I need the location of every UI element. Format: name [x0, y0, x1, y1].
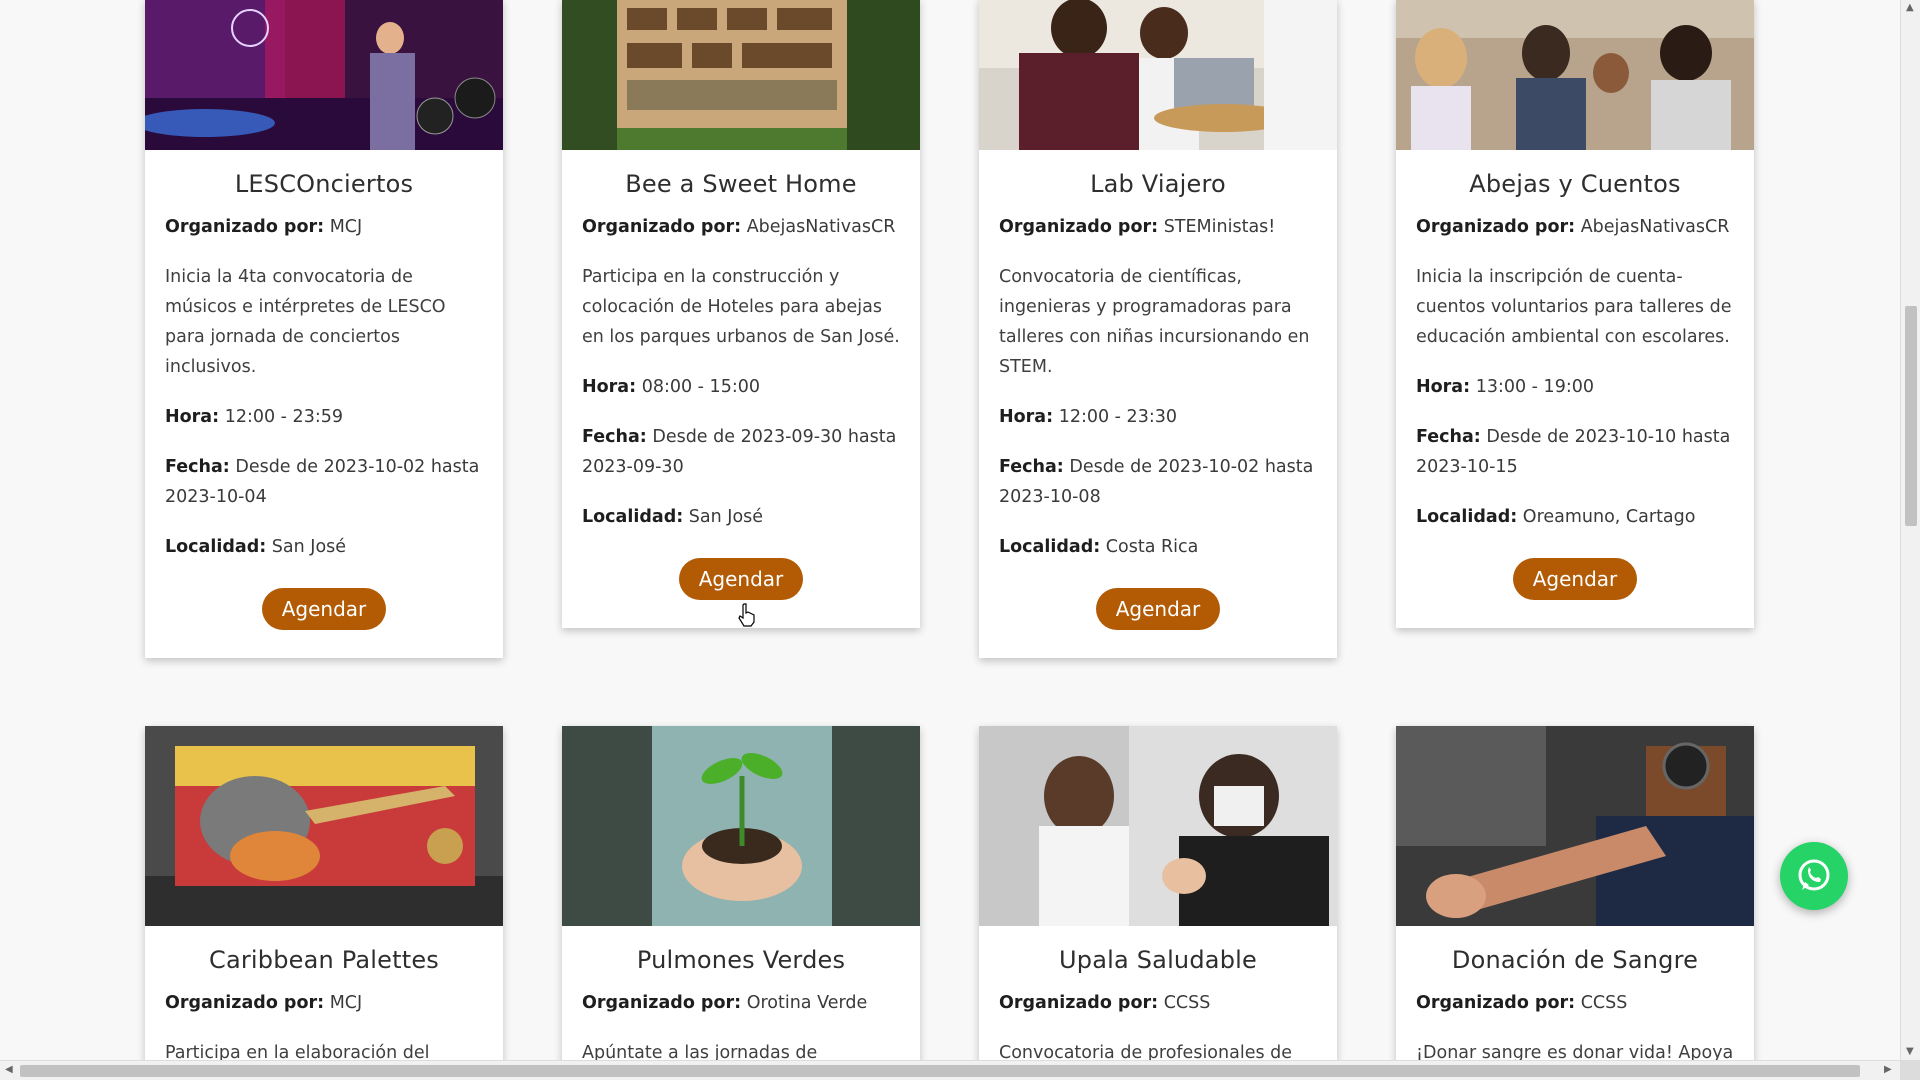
vertical-scroll-thumb[interactable]	[1905, 306, 1917, 526]
event-image	[562, 726, 920, 926]
event-date: Fecha: Desde de 2023-10-02 hasta 2023-10…	[165, 457, 480, 507]
event-title: LESCOnciertos	[234, 170, 414, 198]
scroll-up-icon[interactable]: ▲	[1906, 2, 1914, 13]
event-card-bee-a-sweet-home: Bee a Sweet Home Organizado por: AbejasN…	[562, 0, 920, 628]
event-title: Upala Saludable	[1059, 946, 1257, 974]
event-image	[1396, 0, 1754, 150]
event-location: Localidad: San José	[165, 537, 347, 557]
event-description: Participa en la construcción y colocació…	[582, 267, 900, 347]
scrollbar-corner	[1900, 1060, 1920, 1080]
event-organizer: Organizado por: AbejasNativasCR	[1416, 217, 1730, 237]
event-title: Pulmones Verdes	[636, 946, 846, 974]
event-image	[1396, 726, 1754, 926]
event-hour: Hora: 12:00 - 23:30	[999, 407, 1177, 427]
event-location: Localidad: San José	[582, 507, 764, 527]
scroll-down-icon[interactable]: ▼	[1906, 1046, 1914, 1057]
event-organizer: Organizado por: CCSS	[1416, 993, 1628, 1013]
event-date: Fecha: Desde de 2023-10-10 hasta 2023-10…	[1416, 427, 1731, 477]
event-organizer: Organizado por: MCJ	[165, 217, 363, 237]
agendar-button[interactable]: Agendar	[1512, 558, 1638, 600]
event-image	[979, 726, 1337, 926]
event-card-donacion-de-sangre: Donación de Sangre Organizado por: CCSS …	[1396, 726, 1754, 1060]
event-location: Localidad: Costa Rica	[999, 537, 1199, 557]
scroll-left-icon[interactable]: ◀	[5, 1064, 13, 1075]
event-description: Participa en la elaboración del	[165, 1043, 430, 1060]
event-description: Inicia la inscripción de cuenta-cuentos …	[1416, 267, 1732, 347]
event-card-caribbean-palettes: Caribbean Palettes Organizado por: MCJ P…	[145, 726, 503, 1060]
event-date: Fecha: Desde de 2023-09-30 hasta 2023-09…	[582, 427, 897, 477]
whatsapp-button[interactable]	[1780, 842, 1848, 910]
event-title: Donación de Sangre	[1451, 946, 1699, 974]
hand-pointer-icon	[738, 603, 755, 627]
event-card-upala-saludable: Upala Saludable Organizado por: CCSS Con…	[979, 726, 1337, 1060]
event-hour: Hora: 12:00 - 23:59	[165, 407, 343, 427]
event-hour: Hora: 13:00 - 19:00	[1416, 377, 1594, 397]
agendar-button[interactable]: Agendar	[261, 588, 387, 630]
event-hour: Hora: 08:00 - 15:00	[582, 377, 760, 397]
event-description: ¡Donar sangre es donar vida! Apoya	[1416, 1043, 1734, 1060]
event-card-lab-viajero: Lab Viajero Organizado por: STEMinistas!…	[979, 0, 1337, 658]
event-organizer: Organizado por: MCJ	[165, 993, 363, 1013]
event-title: Abejas y Cuentos	[1469, 170, 1681, 198]
event-date: Fecha: Desde de 2023-10-02 hasta 2023-10…	[999, 457, 1314, 507]
event-description: Apúntate a las jornadas de	[582, 1043, 818, 1060]
event-image	[979, 0, 1337, 150]
event-description: Inicia la 4ta convocatoria de músicos e …	[165, 267, 446, 377]
event-card-lesconciertos: LESCOnciertos Organizado por: MCJ Inicia…	[145, 0, 503, 658]
event-card-abejas-y-cuentos: Abejas y Cuentos Organizado por: AbejasN…	[1396, 0, 1754, 628]
event-title: Caribbean Palettes	[208, 946, 439, 974]
event-description: Convocatoria de científicas, ingenieras …	[999, 267, 1310, 377]
event-description: Convocatoria de profesionales de	[999, 1043, 1293, 1060]
event-organizer: Organizado por: STEMinistas!	[999, 217, 1276, 237]
event-location: Localidad: Oreamuno, Cartago	[1416, 507, 1696, 527]
event-title: Bee a Sweet Home	[625, 170, 857, 198]
whatsapp-icon	[1798, 859, 1830, 891]
agendar-button[interactable]: Agendar	[678, 558, 804, 600]
events-page: LESCOnciertos Organizado por: MCJ Inicia…	[0, 0, 1900, 1060]
event-organizer: Organizado por: CCSS	[999, 993, 1211, 1013]
event-image	[562, 0, 920, 150]
agendar-button[interactable]: Agendar	[1095, 588, 1221, 630]
horizontal-scroll-thumb[interactable]	[20, 1065, 1860, 1077]
event-image	[145, 0, 503, 150]
event-title: Lab Viajero	[1090, 170, 1226, 198]
event-organizer: Organizado por: Orotina Verde	[582, 993, 868, 1013]
event-image	[145, 726, 503, 926]
event-card-pulmones-verdes: Pulmones Verdes Organizado por: Orotina …	[562, 726, 920, 1060]
scroll-right-icon[interactable]: ▶	[1884, 1064, 1892, 1075]
vertical-scrollbar[interactable]: ▲ ▼	[1900, 0, 1920, 1060]
horizontal-scrollbar[interactable]: ◀ ▶	[0, 1060, 1900, 1080]
event-organizer: Organizado por: AbejasNativasCR	[582, 217, 896, 237]
